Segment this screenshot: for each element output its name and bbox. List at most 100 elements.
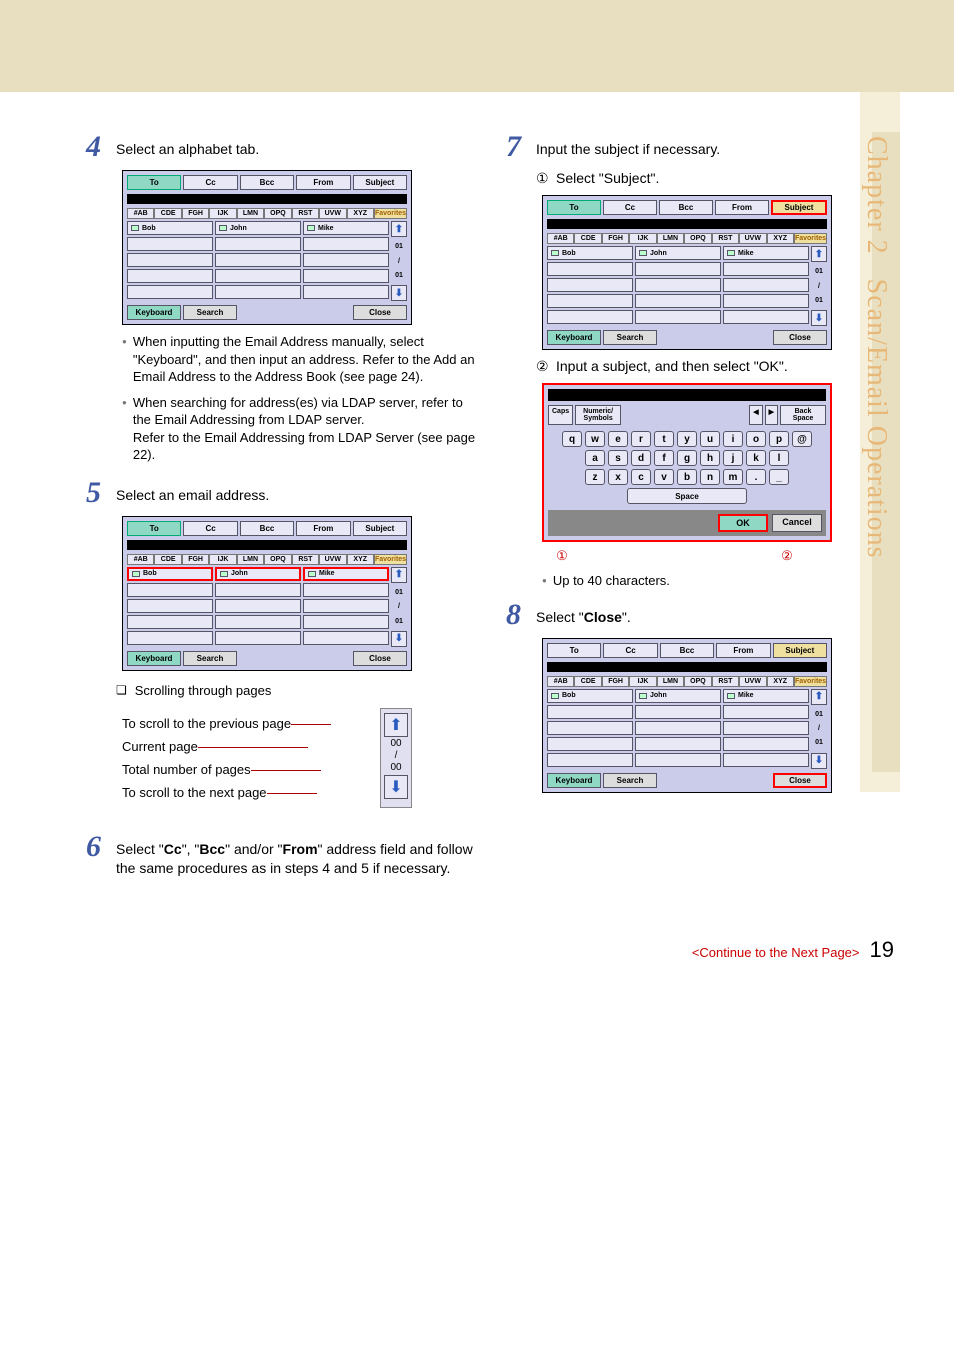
scroll-down-icon[interactable]: ⬇: [391, 285, 407, 301]
tab-to[interactable]: To: [127, 521, 181, 536]
step-text: Select "Cc", "Bcc" and/or "From" address…: [116, 832, 476, 879]
scroll-down-icon[interactable]: ⬇: [811, 310, 827, 326]
onscreen-keyboard: Caps Numeric/ Symbols ◀ ▶ Back Space qwe…: [542, 383, 832, 542]
status-bar: [127, 194, 407, 204]
alpha-tabs: #AB CDE FGH IJK LMN OPQ RST UVW XYZ Favo…: [127, 208, 407, 219]
address-panel-step7-1: To Cc Bcc From Subject #ABCDEFGHIJKLMNOP…: [542, 195, 832, 350]
address-cell[interactable]: [127, 285, 213, 299]
step-text: Select an alphabet tab.: [116, 132, 476, 162]
alpha-ab[interactable]: #AB: [127, 208, 154, 219]
substep-7-2: ② Input a subject, and then select "OK".: [536, 358, 896, 375]
step-text: Input the subject if necessary.: [536, 132, 896, 162]
key-row-1: qwertyuiop@: [548, 431, 826, 447]
scroll-up-icon[interactable]: ⬆: [384, 713, 408, 737]
bullet-4a: When inputting the Email Address manuall…: [122, 333, 476, 386]
address-cell[interactable]: [215, 253, 301, 267]
page-footer: <Continue to the Next Page> 19: [0, 917, 954, 1003]
envelope-icon: [219, 225, 227, 231]
tab-cc[interactable]: Cc: [183, 521, 237, 536]
address-cell[interactable]: [127, 253, 213, 267]
scroll-up-icon[interactable]: ⬆: [811, 246, 827, 262]
caps-button[interactable]: Caps: [548, 405, 573, 425]
bullet-up40: Up to 40 characters.: [542, 572, 896, 590]
cursor-left-icon[interactable]: ◀: [749, 405, 762, 425]
address-cell-highlighted[interactable]: John: [215, 567, 301, 581]
tab-to[interactable]: To: [127, 175, 181, 190]
page-slash: /: [391, 258, 407, 265]
ok-button[interactable]: OK: [718, 514, 768, 532]
page-total: 01: [391, 272, 407, 279]
cursor-right-icon[interactable]: ▶: [765, 405, 778, 425]
step-number: 4: [86, 132, 116, 162]
backspace-button[interactable]: Back Space: [780, 405, 826, 425]
step-5: 5 Select an email address.: [86, 478, 476, 508]
keyboard-input-field[interactable]: [548, 389, 826, 401]
address-cell[interactable]: Mike: [303, 221, 389, 235]
alpha-favorites[interactable]: Favorites: [374, 208, 407, 219]
scroll-down-icon[interactable]: ⬇: [391, 631, 407, 647]
step-number: 8: [506, 600, 536, 630]
address-cell[interactable]: [303, 253, 389, 267]
scroll-down-icon[interactable]: ⬇: [811, 753, 827, 769]
address-cell[interactable]: [127, 269, 213, 283]
alpha-uvw[interactable]: UVW: [319, 208, 346, 219]
tab-from[interactable]: From: [296, 521, 350, 536]
tab-subject[interactable]: Subject: [353, 521, 407, 536]
step-8: 8 Select "Close".: [506, 600, 896, 630]
scroll-up-icon[interactable]: ⬆: [811, 689, 827, 705]
search-button[interactable]: Search: [183, 651, 237, 666]
envelope-icon: [307, 225, 315, 231]
address-cell[interactable]: [215, 285, 301, 299]
alpha-lmn[interactable]: LMN: [237, 208, 264, 219]
key-row-3: zxcvbnm._: [548, 469, 826, 485]
alpha-fgh[interactable]: FGH: [182, 208, 209, 219]
tab-from[interactable]: From: [296, 175, 350, 190]
step-4: 4 Select an alphabet tab.: [86, 132, 476, 162]
step-number: 7: [506, 132, 536, 162]
alpha-opq[interactable]: OPQ: [264, 208, 291, 219]
substep-7-1: ① Select "Subject".: [536, 170, 896, 187]
address-cell-highlighted[interactable]: Bob: [127, 567, 213, 581]
key[interactable]: q: [562, 431, 582, 447]
page-current: 01: [391, 243, 407, 250]
alpha-rst[interactable]: RST: [292, 208, 319, 219]
address-cell[interactable]: [215, 237, 301, 251]
cancel-button[interactable]: Cancel: [772, 514, 822, 532]
address-cell[interactable]: [303, 285, 389, 299]
close-button-highlighted[interactable]: Close: [773, 773, 827, 788]
tab-cc[interactable]: Cc: [183, 175, 237, 190]
scroll-down-icon[interactable]: ⬇: [384, 775, 408, 799]
tab-subject-highlighted[interactable]: Subject: [771, 200, 827, 215]
keyboard-callouts: ① ②: [542, 548, 832, 564]
address-cell[interactable]: [127, 237, 213, 251]
right-column: 7 Input the subject if necessary. ① Sele…: [506, 132, 896, 887]
tab-subject[interactable]: Subject: [353, 175, 407, 190]
tab-bcc[interactable]: Bcc: [240, 175, 294, 190]
continue-link[interactable]: <Continue to the Next Page>: [692, 945, 860, 960]
tab-bcc[interactable]: Bcc: [240, 521, 294, 536]
numsym-button[interactable]: Numeric/ Symbols: [575, 405, 621, 425]
top-margin: [0, 0, 954, 92]
keyboard-button[interactable]: Keyboard: [127, 305, 181, 320]
address-cell-highlighted[interactable]: Mike: [303, 567, 389, 581]
keyboard-button[interactable]: Keyboard: [127, 651, 181, 666]
page-number: 19: [870, 937, 894, 963]
scroll-up-icon[interactable]: ⬆: [391, 221, 407, 237]
step-6: 6 Select "Cc", "Bcc" and/or "From" addre…: [86, 832, 476, 879]
space-key[interactable]: Space: [627, 488, 747, 504]
alpha-xyz[interactable]: XYZ: [347, 208, 374, 219]
scroll-up-icon[interactable]: ⬆: [391, 567, 407, 583]
scroll-explanation: To scroll to the previous page Current p…: [122, 708, 412, 808]
address-cell[interactable]: Bob: [127, 221, 213, 235]
alpha-ijk[interactable]: IJK: [209, 208, 236, 219]
alpha-cde[interactable]: CDE: [154, 208, 181, 219]
address-cell[interactable]: [303, 269, 389, 283]
close-button[interactable]: Close: [353, 651, 407, 666]
step-number: 5: [86, 478, 116, 508]
address-cell[interactable]: John: [215, 221, 301, 235]
address-cell[interactable]: [215, 269, 301, 283]
close-button[interactable]: Close: [353, 305, 407, 320]
address-cell[interactable]: [303, 237, 389, 251]
address-panel-step8: To Cc Bcc From Subject #ABCDEFGHIJKLMNOP…: [542, 638, 832, 793]
search-button[interactable]: Search: [183, 305, 237, 320]
